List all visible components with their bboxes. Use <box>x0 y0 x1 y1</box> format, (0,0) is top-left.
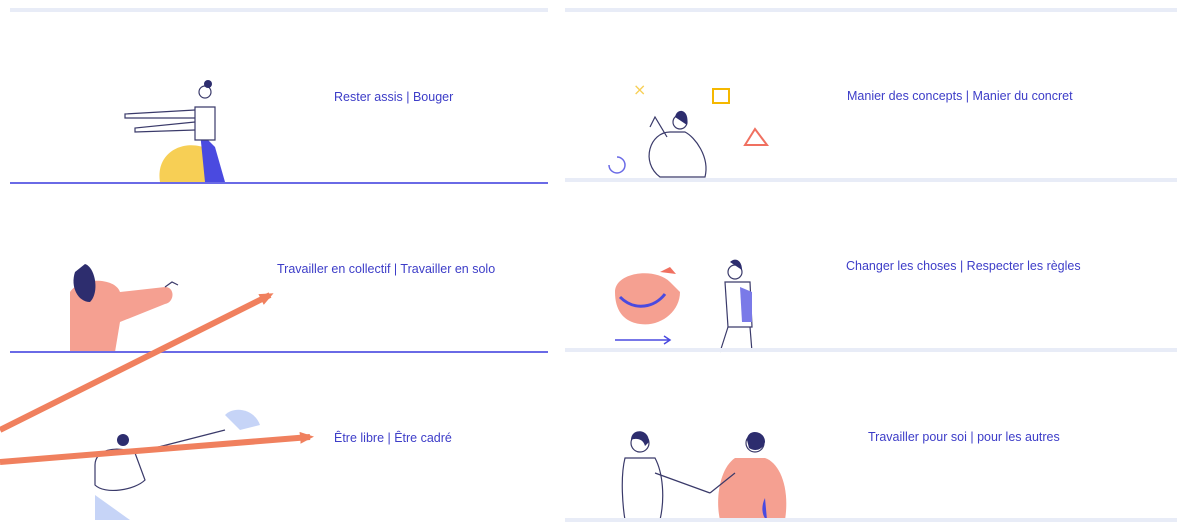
person-gesturing-illustration <box>70 264 179 352</box>
choice-label[interactable]: Rester assis | Bouger <box>334 90 453 104</box>
svg-text:×: × <box>633 80 646 99</box>
choice-card-free-framed[interactable]: Être libre | Être cadré <box>10 355 548 521</box>
handshake-illustration <box>621 431 787 521</box>
person-pointing-illustration <box>124 80 225 182</box>
choice-card-concepts-concrete[interactable]: × Manier des concepts | Manier du concre… <box>565 12 1177 180</box>
choice-label[interactable]: Travailler en collectif | Travailler en … <box>277 262 495 276</box>
choice-card-self-others[interactable]: Travailler pour soi | pour les autres <box>565 352 1177 521</box>
choice-card-collective-solo[interactable]: Travailler en collectif | Travailler en … <box>10 186 548 352</box>
divider <box>10 182 548 184</box>
divider <box>10 351 548 353</box>
person-thinking-illustration: × <box>608 80 769 178</box>
person-with-bird-illustration <box>615 259 753 353</box>
choice-label[interactable]: Travailler pour soi | pour les autres <box>868 430 1060 444</box>
divider <box>565 518 1177 522</box>
choice-label[interactable]: Être libre | Être cadré <box>334 431 452 445</box>
choice-label[interactable]: Manier des concepts | Manier du concret <box>847 89 1073 103</box>
person-with-bird-flying-illustration <box>94 409 260 520</box>
choice-label[interactable]: Changer les choses | Respecter les règle… <box>846 259 1081 273</box>
choice-card-sit-move[interactable]: Rester assis | Bouger <box>10 12 548 184</box>
choice-card-change-rules[interactable]: Changer les choses | Respecter les règle… <box>565 182 1177 353</box>
